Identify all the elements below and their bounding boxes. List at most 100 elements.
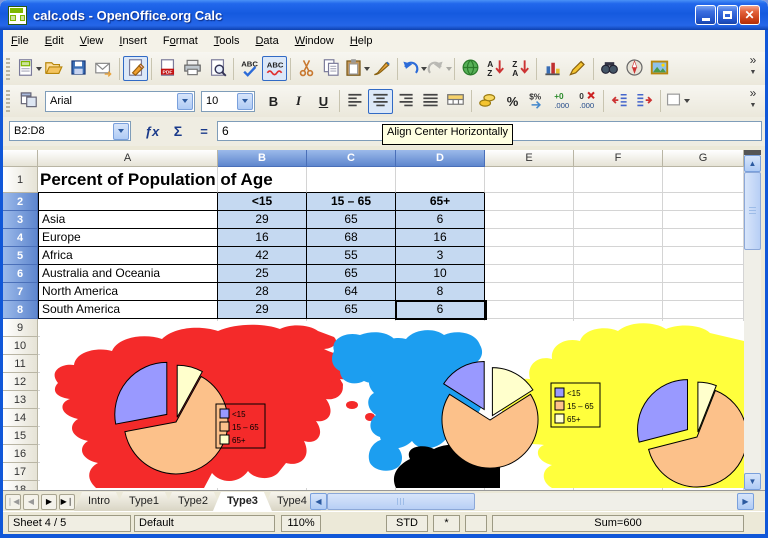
- scroll-up-button[interactable]: ▲: [744, 155, 761, 172]
- name-box[interactable]: B2:D8: [9, 121, 131, 141]
- cell-C3[interactable]: 65: [307, 211, 396, 229]
- cell-B4[interactable]: 16: [218, 229, 307, 247]
- borders-button[interactable]: [664, 89, 689, 114]
- open-button[interactable]: [41, 56, 66, 81]
- bold-button[interactable]: B: [261, 89, 286, 114]
- cell-C4[interactable]: 68: [307, 229, 396, 247]
- edit-file-button[interactable]: [123, 56, 148, 81]
- cell-E2[interactable]: [485, 193, 574, 211]
- delete-decimal-button[interactable]: 0.000: [575, 89, 600, 114]
- underline-button[interactable]: U: [311, 89, 336, 114]
- new-button[interactable]: [16, 56, 41, 81]
- hyperlink-button[interactable]: [458, 56, 483, 81]
- status-page-style[interactable]: Default: [134, 515, 275, 532]
- navigator-button[interactable]: [622, 56, 647, 81]
- row-header-3[interactable]: 3: [3, 211, 38, 229]
- previous-sheet-button[interactable]: ◀: [23, 494, 39, 510]
- row-header-17[interactable]: 17: [3, 463, 38, 481]
- cell-D2[interactable]: 65+: [396, 193, 485, 211]
- cell-D4[interactable]: 16: [396, 229, 485, 247]
- cell-E3[interactable]: [485, 211, 574, 229]
- row-header-6[interactable]: 6: [3, 265, 38, 283]
- row-header-13[interactable]: 13: [3, 391, 38, 409]
- insert-chart-button[interactable]: [540, 56, 565, 81]
- font-name-combo[interactable]: Arial: [45, 91, 195, 112]
- menu-data[interactable]: Data: [247, 30, 286, 52]
- function-wizard-button[interactable]: ƒx: [141, 121, 163, 141]
- first-sheet-button[interactable]: ❘◀: [5, 494, 21, 510]
- row-header-18[interactable]: 18: [3, 481, 38, 490]
- column-header-F[interactable]: F: [574, 150, 663, 167]
- grid-corner-box[interactable]: [3, 150, 38, 167]
- column-header-E[interactable]: E: [485, 150, 574, 167]
- gallery-button[interactable]: [647, 56, 672, 81]
- close-button[interactable]: ✕: [739, 5, 760, 25]
- cell-G8[interactable]: [663, 301, 744, 319]
- row-header-7[interactable]: 7: [3, 283, 38, 301]
- cell-G1[interactable]: [663, 167, 744, 193]
- cell-B6[interactable]: 25: [218, 265, 307, 283]
- row-header-16[interactable]: 16: [3, 445, 38, 463]
- menu-view[interactable]: View: [72, 30, 112, 52]
- font-size-dropdown-button[interactable]: [237, 93, 253, 110]
- cell-B5[interactable]: 42: [218, 247, 307, 265]
- cell-E4[interactable]: [485, 229, 574, 247]
- spreadsheet-grid[interactable]: ABCDEFG123456789101112131415161718<1515 …: [3, 150, 761, 490]
- cell-B7[interactable]: 28: [218, 283, 307, 301]
- align-left-button[interactable]: [343, 89, 368, 114]
- cell-A3[interactable]: Asia: [38, 211, 218, 229]
- cell-C5[interactable]: 55: [307, 247, 396, 265]
- styles-window-button[interactable]: [16, 89, 41, 114]
- cell-F3[interactable]: [574, 211, 663, 229]
- sum-button[interactable]: Σ: [167, 121, 189, 141]
- menu-format[interactable]: Format: [155, 30, 206, 52]
- active-cell-cursor[interactable]: [395, 300, 487, 320]
- currency-button[interactable]: [475, 89, 500, 114]
- cell-D5[interactable]: 3: [396, 247, 485, 265]
- cell-E8[interactable]: [485, 301, 574, 319]
- menu-insert[interactable]: Insert: [111, 30, 155, 52]
- cell-A4[interactable]: Europe: [38, 229, 218, 247]
- menu-help[interactable]: Help: [342, 30, 381, 52]
- decrease-indent-button[interactable]: [607, 89, 632, 114]
- sheet-tab-type2[interactable]: Type2: [164, 492, 222, 511]
- title-bar[interactable]: calc.ods - OpenOffice.org Calc ✕: [0, 0, 768, 30]
- formula-button[interactable]: =: [193, 121, 215, 141]
- sort-ascending-button[interactable]: AZ: [483, 56, 508, 81]
- export-pdf-button[interactable]: PDF: [155, 56, 180, 81]
- name-box-dropdown-button[interactable]: [113, 123, 129, 140]
- justify-button[interactable]: [418, 89, 443, 114]
- font-name-dropdown-button[interactable]: [177, 93, 193, 110]
- redo-button[interactable]: [426, 56, 451, 81]
- map-chart-object[interactable]: <1515 – 6565+<1515 – 6565+: [40, 321, 744, 488]
- horizontal-scrollbar[interactable]: ◀▶: [310, 493, 754, 510]
- sort-descending-button[interactable]: ZA: [508, 56, 533, 81]
- standard-format-button[interactable]: $%: [525, 89, 550, 114]
- cell-B3[interactable]: 29: [218, 211, 307, 229]
- row-header-9[interactable]: 9: [3, 319, 38, 337]
- cell-C6[interactable]: 65: [307, 265, 396, 283]
- cell-A6[interactable]: Australia and Oceania: [38, 265, 218, 283]
- maximize-button[interactable]: [717, 5, 738, 25]
- status-zoom-level[interactable]: 110%: [281, 515, 321, 532]
- cell-D1[interactable]: [396, 167, 485, 193]
- scroll-left-button[interactable]: ◀: [310, 493, 327, 510]
- column-header-B[interactable]: B: [218, 150, 307, 167]
- row-header-2[interactable]: 2: [3, 193, 38, 211]
- cell-G7[interactable]: [663, 283, 744, 301]
- scroll-down-button[interactable]: ▼: [744, 473, 761, 490]
- cell-G2[interactable]: [663, 193, 744, 211]
- toolbar-grip[interactable]: [6, 58, 10, 80]
- scroll-right-button[interactable]: ▶: [737, 493, 754, 510]
- toolbar-grip[interactable]: [6, 90, 10, 112]
- cell-G5[interactable]: [663, 247, 744, 265]
- row-header-10[interactable]: 10: [3, 337, 38, 355]
- horizontal-scroll-thumb[interactable]: [327, 493, 475, 510]
- last-sheet-button[interactable]: ▶❘: [59, 494, 75, 510]
- cell-D7[interactable]: 8: [396, 283, 485, 301]
- cell-E7[interactable]: [485, 283, 574, 301]
- vertical-scroll-thumb[interactable]: [744, 172, 761, 250]
- merge-cells-button[interactable]: [443, 89, 468, 114]
- cell-B2[interactable]: <15: [218, 193, 307, 211]
- row-header-5[interactable]: 5: [3, 247, 38, 265]
